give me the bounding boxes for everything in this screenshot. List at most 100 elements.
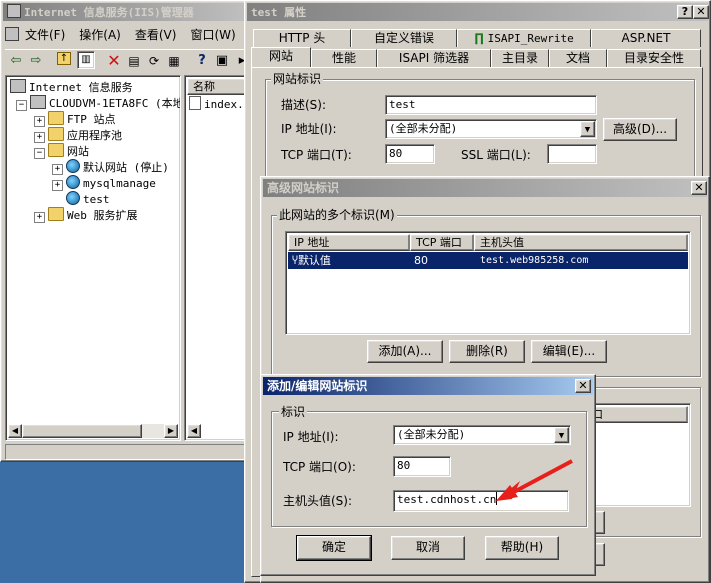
properties-icon[interactable]: ▤ [125,52,143,70]
tree-ftp[interactable]: + FTP 站点 [34,111,116,128]
website-icon [66,159,80,173]
list-item[interactable]: index.! [189,96,249,113]
help-icon[interactable]: ? [193,52,211,70]
tree-server[interactable]: − CLOUDVM-1ETA8FC (本地计 [16,95,181,112]
tab-directory-security[interactable]: 目录安全性 [607,49,701,67]
list-column-name[interactable]: 名称 [187,78,249,95]
up-folder-icon[interactable]: ↑ [57,52,71,65]
ssl-port-label: SSL 端口(L): [461,148,531,162]
column-host-header[interactable]: 主机头值 [474,234,688,251]
arrow-shaft [511,459,573,495]
cancel-button[interactable]: 取消 [391,536,465,560]
expand-icon[interactable]: + [34,132,45,143]
host-header-label: 主机头值(S): [283,494,353,508]
collapse-icon[interactable]: − [34,148,45,159]
identities-list[interactable]: IP 地址 TCP 端口 主机头值 Ⴤ默认值 80 test.web985258… [285,231,691,335]
expand-icon[interactable]: + [52,180,63,191]
scroll-left-button[interactable]: ◀ [8,424,22,438]
ip-address-combo[interactable]: (全部未分配) ▼ [385,119,597,139]
properties-title: test 属性 [251,6,307,19]
addedit-title: 添加/编辑网站标识 [267,379,368,393]
description-field[interactable]: test [385,95,597,115]
tab-home-directory[interactable]: 主目录 [491,49,549,67]
addedit-tcp-label: TCP 端口(O): [283,460,356,474]
dropdown-arrow-icon[interactable]: ▼ [554,427,569,443]
computer-icon [30,95,46,109]
console-icon[interactable]: ▣ [213,52,231,70]
tab-aspnet[interactable]: ASP.NET [591,29,701,47]
advanced-button[interactable]: 高级(D)... [603,118,677,141]
menu-window[interactable]: 窗口(W) [190,28,235,42]
ssl-port-field[interactable] [547,144,597,164]
edit-button[interactable]: 编辑(E)... [531,340,607,363]
props-close-button[interactable]: ✕ [693,5,709,19]
addedit-close-button[interactable]: ✕ [575,379,591,393]
tree-hscrollbar[interactable]: ◀ ▶ [8,424,178,438]
table-row[interactable]: Ⴤ默认值 80 test.web985258.com [288,252,688,269]
expand-icon[interactable]: + [52,164,63,175]
tree-mysql-label: mysqlmanage [83,177,156,190]
tab-isapi-rewrite[interactable]: ∏ ISAPI_Rewrite [457,29,591,47]
remove-button[interactable]: 删除(R) [449,340,525,363]
scroll-thumb[interactable] [22,424,142,438]
tab-website[interactable]: 网站 [251,47,311,67]
tcp-port-label: TCP 端口(T): [281,148,352,162]
tree-default-site[interactable]: + 默认网站 (停止) [52,159,169,176]
addedit-titlebar: 添加/编辑网站标识 [263,377,593,395]
forward-icon[interactable]: ⇨ [27,52,45,70]
iis-toolbar: ⇦ ⇨ ↑ ▥ ✕ ▤ ⟳ ▦ ? ▣ ▸ [5,49,249,71]
export-icon[interactable]: ▦ [165,52,183,70]
tree-test[interactable]: test [66,191,110,208]
row-ip: Ⴤ默认值 [292,252,331,270]
tree-pane: Internet 信息服务 − CLOUDVM-1ETA8FC (本地计 + FTP… [5,75,181,441]
advanced-close-button[interactable]: ✕ [691,181,707,195]
ok-button[interactable]: 确定 [296,535,372,561]
ip-address-label: IP 地址(I): [281,122,337,136]
iis-menu-icon[interactable] [5,27,19,41]
help-button[interactable]: 帮助(H) [485,536,559,560]
dropdown-arrow-icon[interactable]: ▼ [580,121,595,137]
props-help-button[interactable]: ? [677,5,693,19]
file-icon [189,96,201,110]
tree-websites[interactable]: − 网站 [34,143,89,160]
iis-menubar: 文件(F) 操作(A) 查看(V) 窗口(W) [5,25,249,45]
list-pane: 名称 index.! ◀ [184,75,250,441]
tab-isapi-filters[interactable]: ISAPI 筛选器 [377,49,491,67]
tree-ftp-label: FTP 站点 [67,113,116,126]
tree-web-ext[interactable]: + Web 服务扩展 [34,207,138,224]
tree-server-label: CLOUDVM-1ETA8FC (本地计 [49,97,181,110]
column-ip-address[interactable]: IP 地址 [288,234,410,251]
row-host: test.web985258.com [480,255,589,266]
tree-root-label: Internet 信息服务 [29,81,133,94]
tree-pools-label: 应用程序池 [67,129,122,142]
menu-file[interactable]: 文件(F) [25,28,65,42]
ip-address-value: (全部未分配) [389,122,458,135]
add-button[interactable]: 添加(A)... [367,340,443,363]
expand-icon[interactable]: + [34,116,45,127]
addedit-tcp-field[interactable]: 80 [393,456,451,477]
tab-documents[interactable]: 文档 [549,49,607,67]
refresh-icon[interactable]: ⟳ [145,52,163,70]
tree-root[interactable]: Internet 信息服务 [10,79,133,96]
properties-titlebar: test 属性 [247,3,708,21]
show-tree-icon[interactable]: ▥ [77,51,95,69]
collapse-icon[interactable]: − [16,100,27,111]
list-scroll-left-button[interactable]: ◀ [187,424,201,438]
scroll-right-button[interactable]: ▶ [164,424,178,438]
tree-app-pools[interactable]: + 应用程序池 [34,127,122,144]
expand-icon[interactable]: + [34,212,45,223]
menu-view[interactable]: 查看(V) [135,28,177,42]
column-tcp-port[interactable]: TCP 端口 [410,234,474,251]
tree-mysqlmanage[interactable]: + mysqlmanage [52,175,156,192]
iis-app-icon [7,4,21,18]
tab-custom-errors[interactable]: 自定义错误 [351,29,457,47]
addedit-ip-combo[interactable]: (全部未分配) ▼ [393,425,571,445]
tab-http-headers[interactable]: HTTP 头 [253,29,351,47]
folder-icon [48,127,64,141]
delete-icon[interactable]: ✕ [105,52,123,70]
ssl-column-port[interactable]: 口 [586,406,688,423]
tab-performance[interactable]: 性能 [311,49,377,67]
back-icon[interactable]: ⇦ [7,52,25,70]
menu-action[interactable]: 操作(A) [79,28,121,42]
tcp-port-field[interactable]: 80 [385,144,435,164]
